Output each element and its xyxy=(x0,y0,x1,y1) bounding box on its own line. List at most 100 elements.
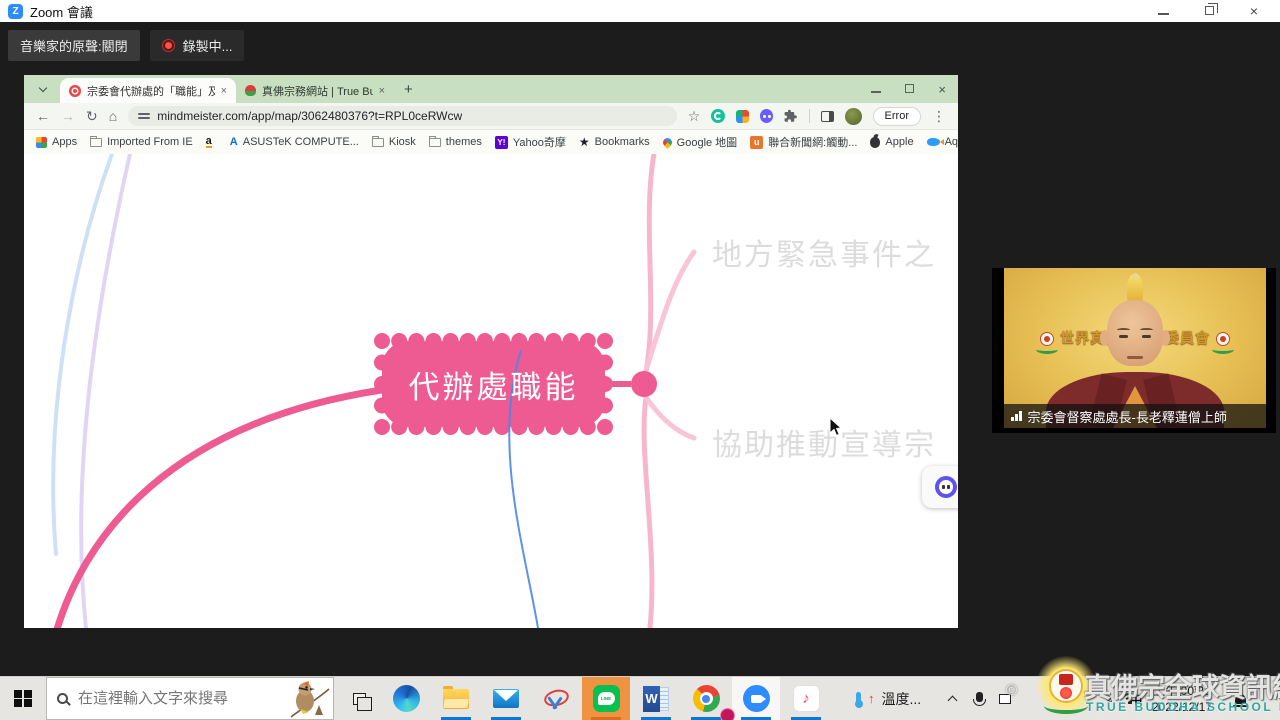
clock-date: 2022/12/17 xyxy=(1146,699,1218,715)
bookmark-udn[interactable]: u聯合新聞網:觸動... xyxy=(750,134,857,150)
task-view-button[interactable] xyxy=(336,677,382,720)
tab-close-icon[interactable]: × xyxy=(221,85,227,97)
toolbar-divider xyxy=(809,109,810,123)
original-sound-label: 音樂家的原聲:關閉 xyxy=(20,36,128,55)
home-button[interactable]: ⌂ xyxy=(109,109,117,123)
tray-pen-button[interactable]: ✎ xyxy=(1098,677,1118,720)
bookmark-yahoo[interactable]: Y!Yahoo奇摩 xyxy=(495,134,566,150)
word-icon: W xyxy=(643,686,669,712)
taskbar-edge-button[interactable] xyxy=(382,677,430,720)
mail-icon xyxy=(493,689,519,708)
tray-mic-button[interactable] xyxy=(968,677,990,720)
tab-true-buddha[interactable]: 真佛宗務網站 | True Buddha S... × xyxy=(236,78,394,103)
taskbar-chrome-button[interactable] xyxy=(682,677,730,720)
taskbar-zoom-button[interactable] xyxy=(732,677,780,720)
minimize-icon xyxy=(1158,13,1169,15)
recording-indicator-button[interactable]: 錄製中... xyxy=(150,30,245,61)
minimize-icon xyxy=(871,91,881,93)
face-extension-icon[interactable] xyxy=(760,109,774,123)
bird-illustration xyxy=(285,679,331,719)
error-button[interactable]: Error xyxy=(873,107,921,126)
window-restore-button[interactable] xyxy=(1205,2,1214,20)
browser-menu-button[interactable]: ⋮ xyxy=(932,109,946,123)
taskbar-clock[interactable]: 上午 00:23 2022/12/17 xyxy=(1146,683,1218,715)
amazon-icon: a xyxy=(206,136,212,148)
back-button[interactable]: ← xyxy=(36,109,50,123)
green-circle-extension-icon[interactable] xyxy=(711,109,725,123)
start-button[interactable] xyxy=(0,677,46,720)
window-minimize-button[interactable] xyxy=(1158,2,1169,20)
true-buddha-favicon xyxy=(245,85,256,96)
window-close-button[interactable]: × xyxy=(1250,4,1258,18)
mouse-cursor xyxy=(829,417,843,437)
main-pink-branch-curve xyxy=(54,390,382,628)
file-explorer-icon xyxy=(443,689,469,709)
pink-branch-line-top xyxy=(646,154,654,372)
pen-icon: ✎ xyxy=(1103,691,1114,707)
bookmark-asus[interactable]: AASUSTeK COMPUTE... xyxy=(230,136,359,148)
browser-minimize-button[interactable] xyxy=(871,80,881,98)
browser-close-button[interactable]: × xyxy=(938,82,946,97)
signal-bars-icon xyxy=(1011,411,1022,421)
taskbar-music-button[interactable]: ♪ xyxy=(782,677,830,720)
central-node-label[interactable]: 代辦處職能 xyxy=(382,341,605,427)
record-icon xyxy=(162,39,175,52)
participant-video-tile[interactable]: 世界真佛宗宗務委員會 宗委會督察處處長-長老釋蓮僧上師 xyxy=(992,268,1276,433)
taskbar-search-box[interactable] xyxy=(46,677,334,720)
new-tab-button[interactable]: + xyxy=(404,81,413,98)
temperature-up-icon: ↑ xyxy=(868,691,875,706)
edge-icon xyxy=(393,685,420,712)
udn-icon: u xyxy=(750,136,763,149)
tab-close-icon[interactable]: × xyxy=(379,85,385,97)
help-widget-button[interactable] xyxy=(922,466,958,508)
pink-branch-line-bottom xyxy=(644,398,652,628)
taskbar-capture-button[interactable] xyxy=(532,677,580,720)
bookmark-apps[interactable]: Apps xyxy=(36,136,77,148)
tab-mindmeister[interactable]: 宗委會代辦處的「職能」及「概.. × xyxy=(60,78,236,103)
chrome-icon xyxy=(693,685,720,712)
tray-expand-button[interactable] xyxy=(940,677,964,720)
bookmark-kiosk[interactable]: Kiosk xyxy=(372,136,416,148)
bookmark-amazon[interactable]: a xyxy=(206,136,217,148)
extensions-puzzle-icon[interactable] xyxy=(784,109,798,123)
window-icon xyxy=(999,694,1011,704)
profile-avatar[interactable] xyxy=(845,108,862,125)
taskbar-explorer-button[interactable] xyxy=(432,677,480,720)
bookmark-star-button[interactable]: ☆ xyxy=(688,109,701,123)
bookmark-apple[interactable]: Apple xyxy=(870,136,913,148)
thermometer-icon xyxy=(856,692,861,706)
bookmarks-bar: Apps Imported From IE a AASUSTeK COMPUTE… xyxy=(24,130,958,154)
action-center-button[interactable] xyxy=(1228,677,1252,720)
bookmark-aquarium[interactable]: Aquarium Supplies... xyxy=(927,136,958,148)
ime-label: 中 xyxy=(1129,689,1142,708)
original-sound-button[interactable]: 音樂家的原聲:關閉 xyxy=(8,30,140,61)
tab-search-button[interactable] xyxy=(34,80,52,98)
recording-label: 錄製中... xyxy=(183,36,233,55)
zoom-titlebar: Z Zoom 會議 × xyxy=(0,0,1280,22)
clock-time: 上午 00:23 xyxy=(1146,683,1218,699)
reload-button[interactable]: ↻ xyxy=(86,109,98,123)
node-connector-dot[interactable] xyxy=(631,371,657,397)
url-text: mindmeister.com/app/map/3062480376?t=RPL… xyxy=(157,109,462,123)
weather-widget[interactable]: ↑ 溫度... xyxy=(856,677,921,720)
side-panel-icon[interactable] xyxy=(821,111,834,122)
bookmark-google-maps[interactable]: Google 地圖 xyxy=(663,134,738,150)
bell-icon xyxy=(1235,694,1246,704)
taskbar-word-button[interactable]: W xyxy=(632,677,680,720)
bookmark-imported-from-ie[interactable]: Imported From IE xyxy=(90,136,193,148)
taskbar-mail-button[interactable] xyxy=(482,677,530,720)
task-view-icon xyxy=(353,693,366,705)
ime-indicator[interactable]: 中 xyxy=(1126,677,1146,720)
search-input[interactable] xyxy=(78,690,248,707)
windows-taskbar: LINE W ♪ ↑ 溫度... ✎ 中 上午 00:23 2022/12/17 xyxy=(0,676,1280,720)
url-bar[interactable]: mindmeister.com/app/map/3062480376?t=RPL… xyxy=(128,106,677,126)
bookmark-themes[interactable]: themes xyxy=(429,136,482,148)
color-grid-extension-icon[interactable] xyxy=(736,110,749,123)
taskbar-line-button[interactable]: LINE xyxy=(582,677,630,720)
forward-button[interactable]: → xyxy=(61,109,75,123)
tray-window-button[interactable] xyxy=(994,677,1016,720)
bookmark-bookmarks[interactable]: ★Bookmarks xyxy=(579,135,650,149)
browser-maximize-button[interactable] xyxy=(905,80,914,98)
mindmap-canvas[interactable]: 代辦處職能 地方緊急事件之 協助推動宣導宗 xyxy=(24,154,958,628)
tune-icon[interactable] xyxy=(138,111,150,121)
